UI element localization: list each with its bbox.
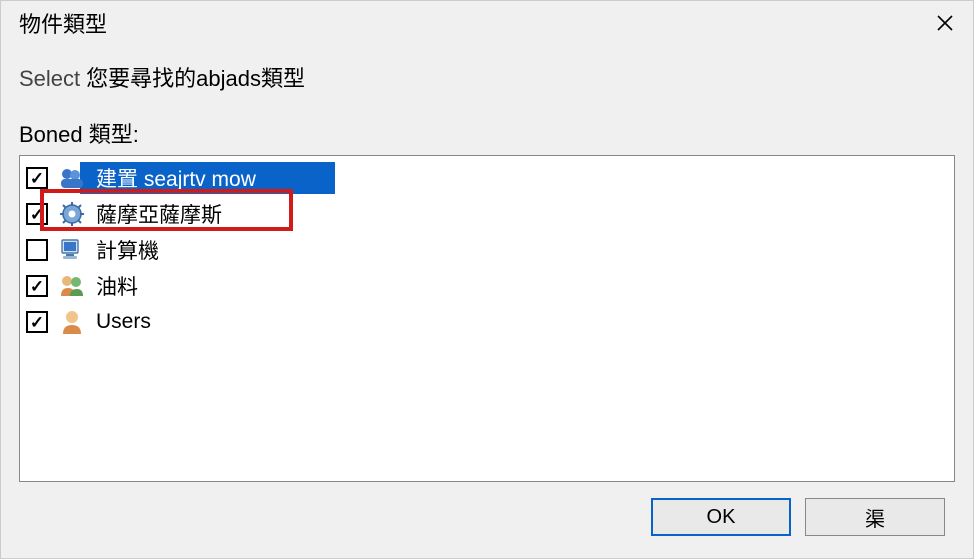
- button-row: OK 渠: [19, 482, 955, 548]
- object-types-dialog: 物件類型 Select您要尋找的abjads類型 Boned 類型: 建置 se…: [0, 0, 974, 559]
- computer-icon: [58, 236, 86, 264]
- user-icon: [58, 308, 86, 336]
- ok-button[interactable]: OK: [651, 498, 791, 536]
- instruction-rest: 您要尋找的abjads類型: [86, 66, 305, 91]
- gear-icon: [58, 200, 86, 228]
- list-item[interactable]: 建置 seajrtv mow: [20, 160, 954, 196]
- checkbox[interactable]: [26, 203, 48, 225]
- list-item-label: 計算機: [96, 235, 159, 265]
- list-item[interactable]: 油料: [20, 268, 954, 304]
- object-types-listbox[interactable]: 建置 seajrtv mow 薩摩亞薩摩斯 計算機: [19, 155, 955, 482]
- list-item[interactable]: Users: [20, 304, 954, 340]
- section-label: Boned 類型:: [19, 117, 955, 149]
- cancel-button[interactable]: 渠: [805, 498, 945, 536]
- dialog-content: Select您要尋找的abjads類型 Boned 類型: 建置 seajrtv…: [1, 45, 973, 558]
- checkbox[interactable]: [26, 239, 48, 261]
- dialog-title: 物件類型: [19, 7, 107, 39]
- instruction-select-word: Select: [19, 66, 80, 91]
- users-icon: [58, 272, 86, 300]
- close-icon: [936, 14, 954, 32]
- instruction-text: Select您要尋找的abjads類型: [19, 61, 955, 93]
- list-item[interactable]: 計算機: [20, 232, 954, 268]
- titlebar: 物件類型: [1, 1, 973, 45]
- checkbox[interactable]: [26, 311, 48, 333]
- close-button[interactable]: [929, 7, 961, 39]
- list-item[interactable]: 薩摩亞薩摩斯: [20, 196, 954, 232]
- group-icon: [58, 164, 86, 192]
- list-item-label: 薩摩亞薩摩斯: [96, 199, 222, 229]
- checkbox[interactable]: [26, 167, 48, 189]
- list-item-label: Users: [96, 310, 151, 334]
- list-item-label: 油料: [96, 271, 138, 301]
- list-wrap: 建置 seajrtv mow 薩摩亞薩摩斯 計算機: [19, 155, 955, 482]
- list-item-label: 建置 seajrtv mow: [96, 163, 256, 193]
- checkbox[interactable]: [26, 275, 48, 297]
